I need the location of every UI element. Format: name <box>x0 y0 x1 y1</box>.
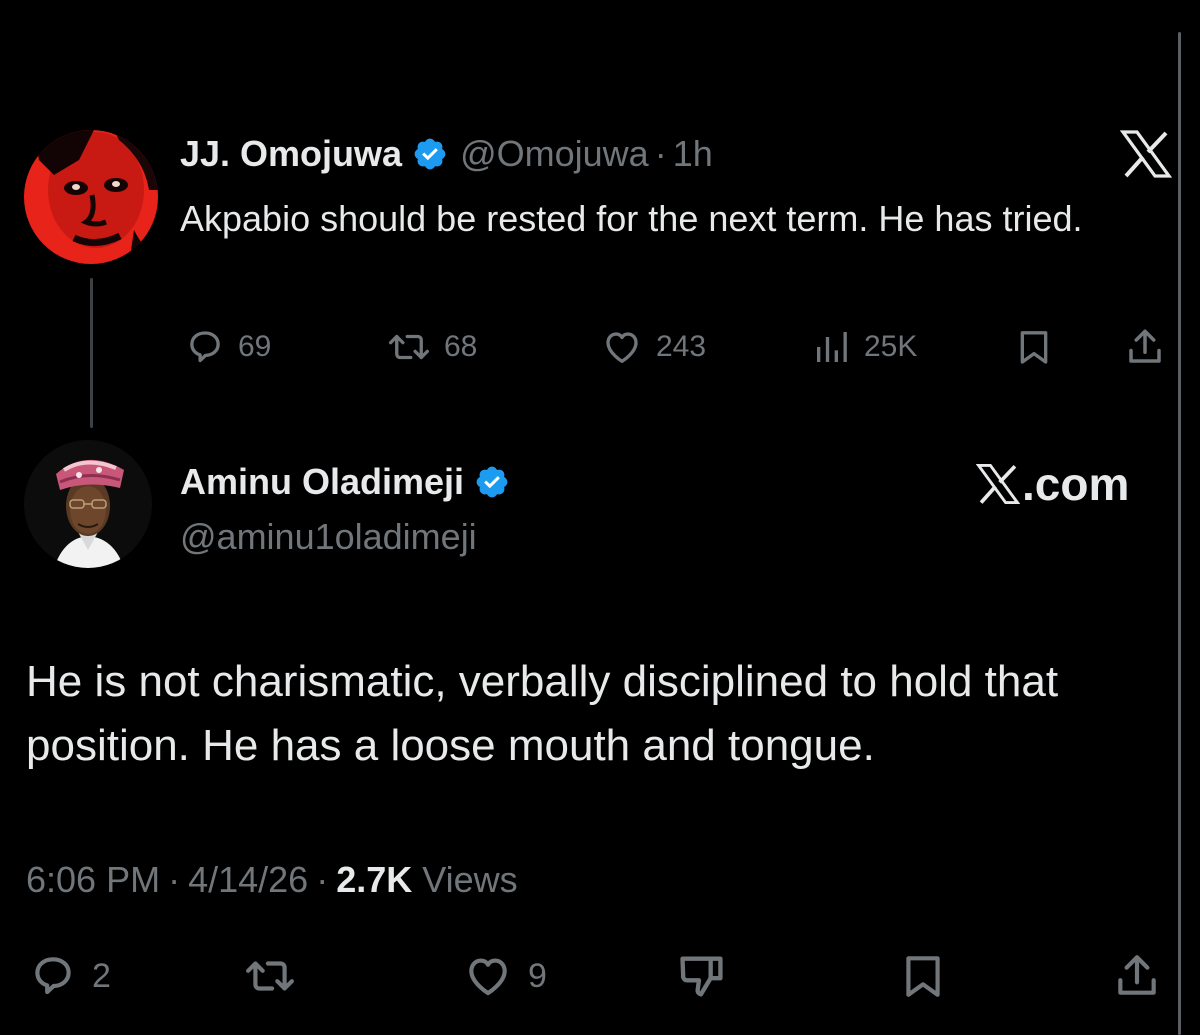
main-tweet-actions: 2 9 <box>26 948 1176 1004</box>
tweet-time[interactable]: 1h <box>673 133 713 175</box>
separator-dot: · <box>316 859 329 900</box>
avatar-man-in-cap-icon <box>24 440 152 568</box>
views-count: 25K <box>864 330 918 363</box>
x-logo-icon <box>1120 130 1172 178</box>
avatar-omojuwa[interactable] <box>24 130 158 264</box>
bookmark-icon <box>1020 331 1048 364</box>
thread-connector-line <box>90 278 93 428</box>
tweet-time[interactable]: 6:06 PM <box>26 859 160 901</box>
reply-count: 2 <box>92 956 111 995</box>
x-com-text: .com <box>1022 458 1130 510</box>
views-label: Views <box>422 859 518 900</box>
author-handle[interactable]: @aminu1oladimeji <box>180 516 477 558</box>
author-handle[interactable]: @Omojuwa <box>460 133 649 175</box>
separator-dot: · <box>168 859 181 900</box>
views-chart-icon <box>817 332 847 362</box>
share-icon <box>1129 329 1161 363</box>
like-count: 9 <box>528 956 547 995</box>
bookmark-button[interactable] <box>898 948 948 1004</box>
separator-dot: · <box>654 133 667 174</box>
repost-icon <box>388 334 430 360</box>
quoted-tweet-text: Akpabio should be rested for the next te… <box>180 198 1083 239</box>
reply-icon <box>35 957 71 995</box>
reply-count: 69 <box>238 330 272 363</box>
share-button[interactable] <box>1124 322 1166 372</box>
tweet-meta: 6:06 PM · 4/14/26 · 2.7K Views <box>26 856 518 904</box>
quoted-tweet-actions: 69 68 243 25K <box>180 322 1170 372</box>
share-icon <box>1118 955 1156 995</box>
author-name[interactable]: JJ. Omojuwa <box>180 133 402 175</box>
verified-badge-icon <box>476 466 508 498</box>
bookmark-icon <box>906 956 940 997</box>
repost-button[interactable] <box>240 948 300 1004</box>
dislike-button[interactable] <box>676 948 728 1004</box>
like-button[interactable]: 9 <box>460 948 547 1004</box>
like-count: 243 <box>656 330 707 363</box>
main-tweet-text: He is not charismatic, verbally discipli… <box>26 657 1059 770</box>
reply-button[interactable]: 69 <box>184 322 271 372</box>
views-button[interactable]: 25K <box>812 322 917 372</box>
x-com-watermark: .com <box>976 456 1129 512</box>
bookmark-button[interactable] <box>1014 322 1054 372</box>
author-name[interactable]: Aminu Oladimeji <box>180 461 464 503</box>
quoted-tweet-header: JJ. Omojuwa @Omojuwa · 1h <box>180 132 713 176</box>
repost-count: 68 <box>444 330 478 363</box>
views-count: 2.7K <box>336 859 413 900</box>
avatar-red-portrait-icon <box>24 130 158 264</box>
like-button[interactable]: 243 <box>600 322 706 372</box>
reply-button[interactable]: 2 <box>26 948 111 1004</box>
thumbs-down-icon <box>680 956 723 997</box>
main-tweet-header: Aminu Oladimeji <box>180 460 510 504</box>
heart-icon <box>469 958 507 996</box>
repost-button[interactable]: 68 <box>386 322 477 372</box>
tweet-date[interactable]: 4/14/26 <box>188 859 308 901</box>
x-logo-icon <box>976 463 1020 505</box>
avatar-aminu[interactable] <box>24 440 152 568</box>
heart-icon <box>606 332 638 364</box>
share-button[interactable] <box>1112 948 1162 1004</box>
repost-icon <box>246 961 294 991</box>
verified-badge-icon <box>414 138 446 170</box>
scrollbar[interactable] <box>1178 32 1181 1035</box>
reply-icon <box>190 331 220 363</box>
